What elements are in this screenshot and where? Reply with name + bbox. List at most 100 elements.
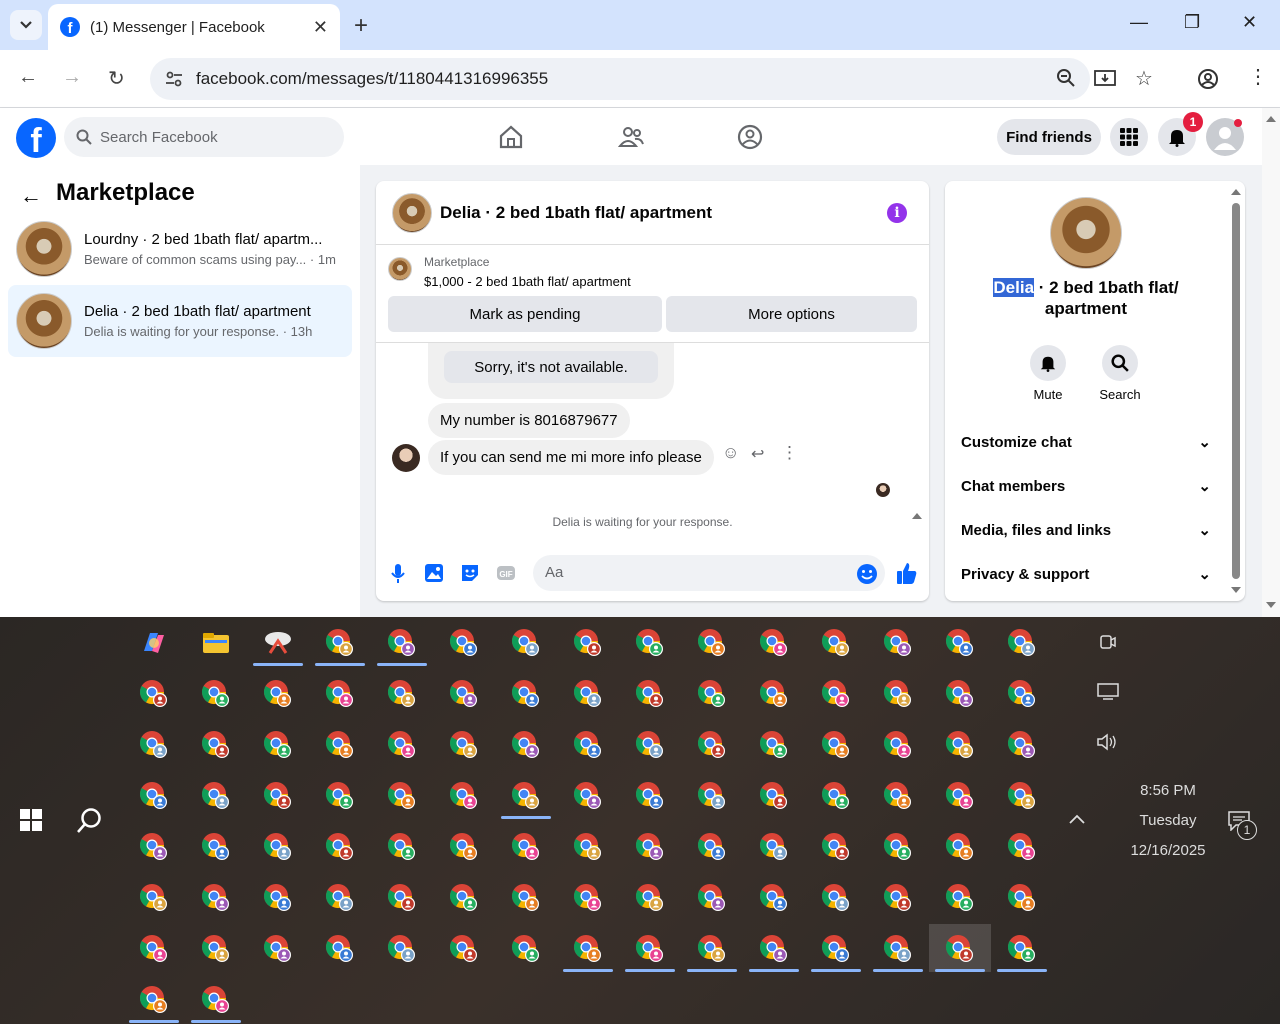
chrome-profile-icon[interactable] (138, 831, 170, 863)
chrome-profile-icon[interactable] (200, 882, 232, 914)
media-files-links-row[interactable]: Media, files and links ⌄ (961, 521, 1211, 540)
chrome-profile-icon[interactable] (386, 780, 418, 812)
privacy-support-row[interactable]: Privacy & support ⌄ (961, 565, 1211, 584)
chrome-profile-icon[interactable] (386, 933, 418, 965)
chrome-profile-icon[interactable] (634, 627, 666, 659)
chrome-profile-icon[interactable] (200, 729, 232, 761)
chrome-profile-icon[interactable] (1006, 831, 1038, 863)
chrome-profile-icon[interactable] (510, 678, 542, 710)
chrome-profile-icon[interactable] (448, 831, 480, 863)
sticker-icon[interactable] (460, 563, 480, 583)
file-explorer-icon[interactable] (200, 627, 232, 659)
snipping-tool-icon[interactable] (262, 627, 294, 659)
chrome-profile-icon[interactable] (324, 780, 356, 812)
chrome-profile-icon[interactable] (200, 831, 232, 863)
reply-icon[interactable]: ↩ (751, 444, 764, 464)
chrome-profile-icon[interactable] (820, 627, 852, 659)
message-more-icon[interactable]: ⋮ (781, 443, 798, 463)
page-scrollbar[interactable] (1262, 108, 1280, 617)
photo-icon[interactable] (424, 563, 444, 583)
chrome-profile-icon[interactable] (510, 831, 542, 863)
facebook-search-input[interactable]: Search Facebook (64, 117, 344, 157)
chrome-profile-icon[interactable] (324, 882, 356, 914)
chrome-profile-icon[interactable] (944, 882, 976, 914)
chrome-profile-icon[interactable] (448, 933, 480, 965)
facebook-logo-icon[interactable]: f (16, 118, 56, 158)
chrome-profile-icon[interactable] (572, 729, 604, 761)
chrome-profile-icon[interactable] (448, 678, 480, 710)
listing-mini-thumbnail[interactable] (388, 257, 412, 281)
chrome-profile-icon[interactable] (1006, 627, 1038, 659)
chrome-profile-icon[interactable] (882, 882, 914, 914)
chrome-profile-icon[interactable] (634, 882, 666, 914)
chrome-profile-icon[interactable] (758, 729, 790, 761)
gif-icon[interactable]: GIF (496, 563, 516, 583)
chrome-profile-icon[interactable] (758, 678, 790, 710)
thumbs-up-icon[interactable] (896, 561, 918, 585)
chrome-profile-icon[interactable] (696, 933, 728, 965)
chrome-profile-icon[interactable] (1006, 882, 1038, 914)
new-tab-icon[interactable]: + (354, 12, 368, 40)
chrome-profile-icon[interactable] (1006, 678, 1038, 710)
volume-icon[interactable] (1096, 733, 1118, 751)
address-bar[interactable]: facebook.com/messages/t/1180441316996355 (150, 58, 1090, 100)
friends-icon[interactable] (618, 124, 644, 150)
chrome-profile-icon[interactable] (696, 882, 728, 914)
chrome-profile-icon[interactable] (386, 627, 418, 659)
search-in-chat-button[interactable]: Search (1090, 345, 1150, 402)
chrome-profile-icon[interactable] (758, 882, 790, 914)
tab-search-button[interactable] (10, 10, 42, 40)
profile-icon[interactable] (1197, 68, 1219, 90)
chrome-profile-icon[interactable] (572, 780, 604, 812)
react-emoji-icon[interactable]: ☺ (722, 443, 739, 463)
meet-now-icon[interactable] (1099, 633, 1117, 651)
forward-icon[interactable]: → (62, 66, 82, 89)
chrome-profile-icon[interactable] (1006, 933, 1038, 965)
chrome-profile-icon[interactable] (448, 882, 480, 914)
chrome-profile-icon[interactable] (386, 729, 418, 761)
chrome-profile-icon[interactable] (820, 729, 852, 761)
chrome-profile-icon[interactable] (696, 627, 728, 659)
chrome-profile-icon[interactable] (138, 933, 170, 965)
chrome-profile-icon[interactable] (572, 831, 604, 863)
chrome-profile-icon[interactable] (200, 678, 232, 710)
chrome-profile-icon[interactable] (820, 780, 852, 812)
reload-icon[interactable]: ↻ (108, 66, 125, 91)
back-icon[interactable]: ← (18, 66, 38, 89)
chrome-profile-icon[interactable] (944, 933, 976, 965)
emoji-icon[interactable] (856, 563, 878, 585)
back-arrow-icon[interactable]: ← (20, 183, 42, 209)
chrome-profile-icon[interactable] (572, 882, 604, 914)
clock-day[interactable]: Tuesday (1118, 812, 1218, 829)
chrome-profile-icon[interactable] (200, 780, 232, 812)
site-info-icon[interactable] (164, 69, 184, 89)
chrome-profile-icon[interactable] (820, 831, 852, 863)
chrome-profile-icon[interactable] (138, 729, 170, 761)
chrome-profile-icon[interactable] (448, 780, 480, 812)
chrome-profile-icon[interactable] (1006, 780, 1038, 812)
restore-icon[interactable]: ❐ (1184, 12, 1200, 33)
conversation-item-active[interactable]: Delia · 2 bed 1bath flat/ apartment Deli… (8, 285, 352, 357)
chrome-profile-icon[interactable] (758, 627, 790, 659)
chrome-profile-icon[interactable] (324, 627, 356, 659)
chrome-profile-icon[interactable] (386, 678, 418, 710)
chrome-profile-icon[interactable] (634, 729, 666, 761)
chrome-profile-icon[interactable] (820, 678, 852, 710)
clock-time[interactable]: 8:56 PM (1118, 782, 1218, 799)
chrome-profile-icon[interactable] (324, 831, 356, 863)
chrome-profile-icon[interactable] (138, 678, 170, 710)
chrome-profile-icon[interactable] (634, 831, 666, 863)
more-options-button[interactable]: More options (666, 296, 917, 332)
sender-avatar[interactable] (392, 444, 420, 472)
chrome-profile-icon[interactable] (634, 780, 666, 812)
kebab-menu-icon[interactable]: ⋮ (1248, 64, 1268, 89)
chrome-profile-icon[interactable] (262, 831, 294, 863)
chrome-profile-icon[interactable] (882, 729, 914, 761)
details-thumbnail[interactable] (1050, 197, 1122, 269)
chrome-profile-icon[interactable] (634, 933, 666, 965)
zoom-icon[interactable] (1056, 68, 1076, 88)
chrome-profile-icon[interactable] (510, 729, 542, 761)
chrome-profile-icon[interactable] (758, 831, 790, 863)
chrome-profile-icon[interactable] (510, 882, 542, 914)
clock-date[interactable]: 12/16/2025 (1118, 842, 1218, 859)
